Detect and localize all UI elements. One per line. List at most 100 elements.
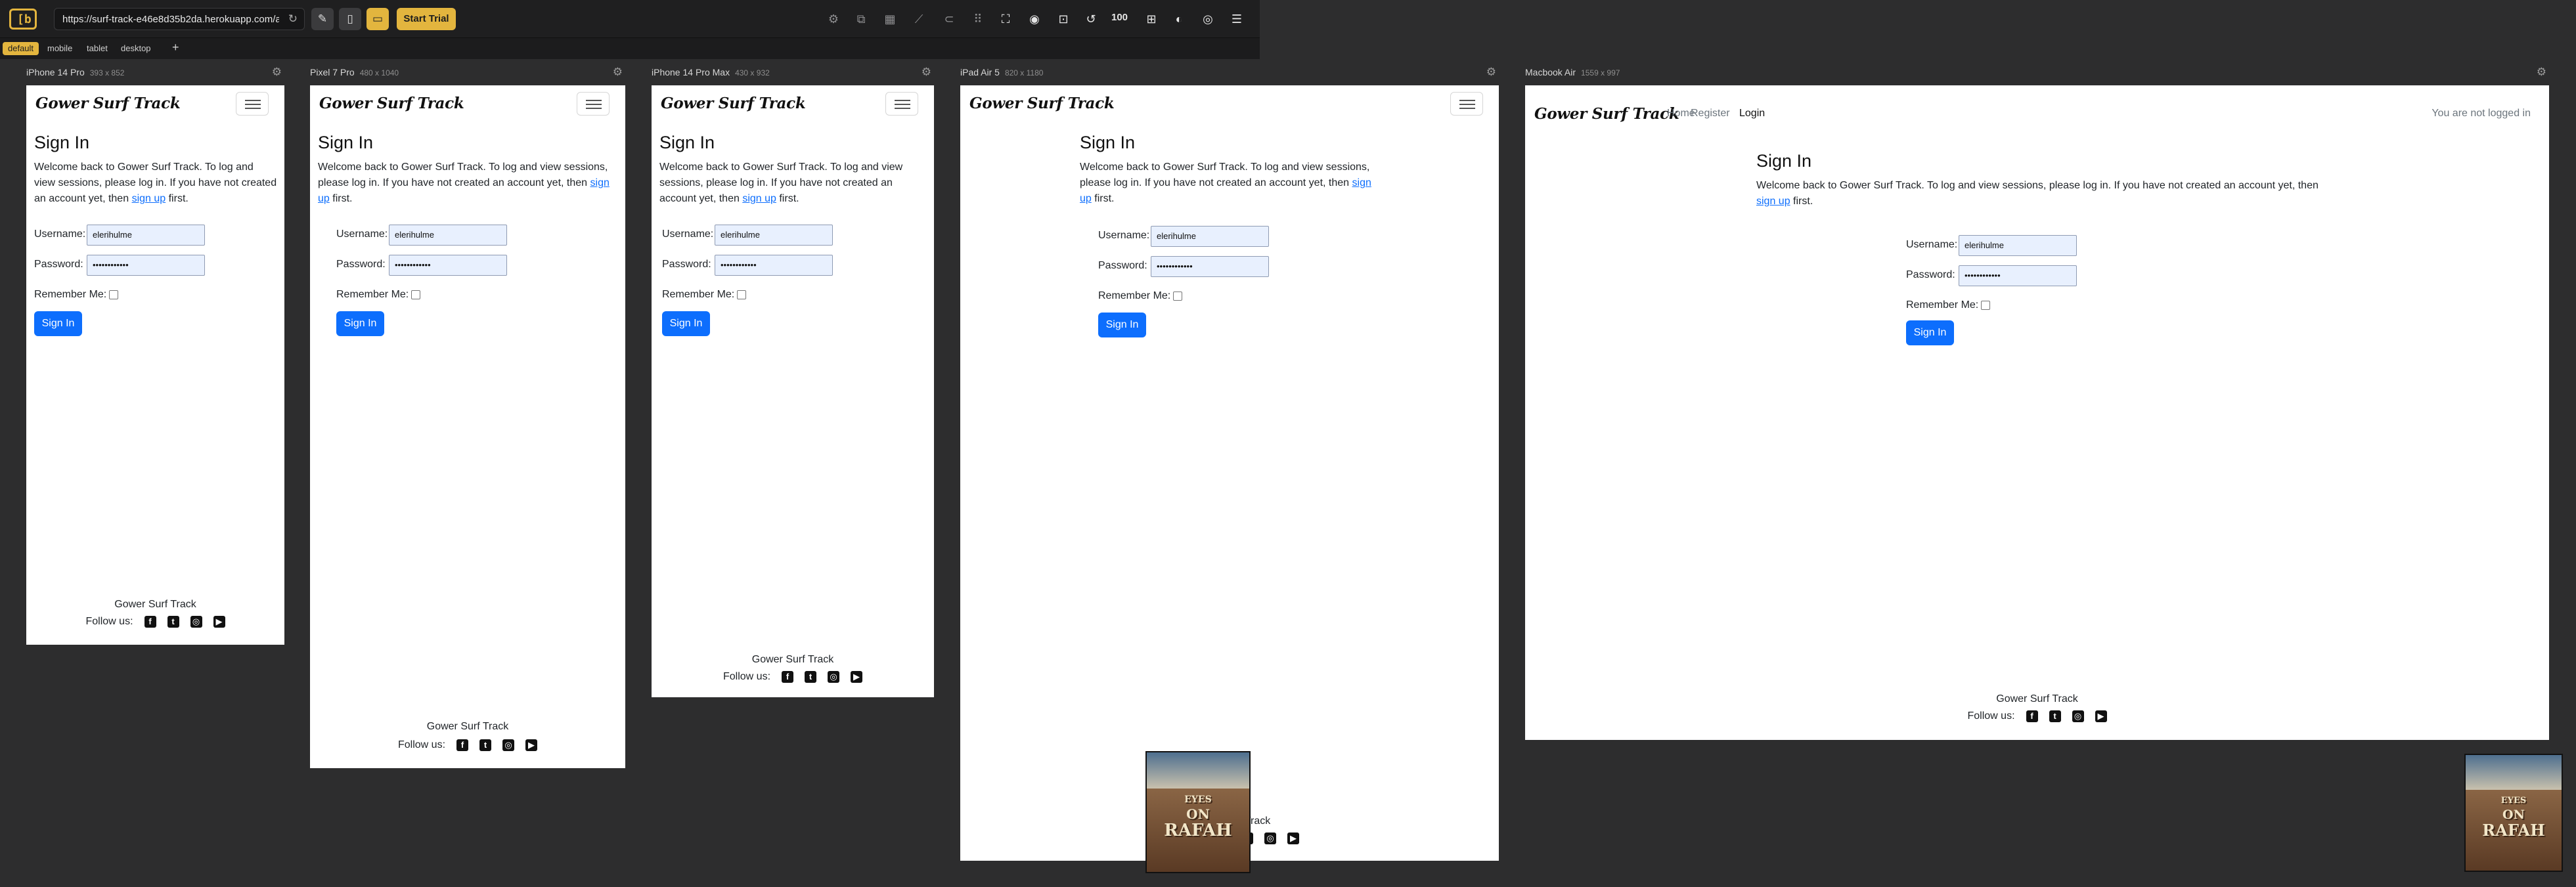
hamburger-menu-icon[interactable] xyxy=(236,92,269,116)
remember-checkbox[interactable] xyxy=(737,290,746,299)
login-form: Username: elerihulme Password: •••••••••••… xyxy=(34,223,277,314)
instagram-icon[interactable]: ◎ xyxy=(2072,710,2084,722)
device-size: 430 x 932 xyxy=(735,68,770,77)
facebook-icon[interactable]: f xyxy=(782,671,794,683)
hamburger-menu-icon[interactable] xyxy=(885,92,918,116)
username-label: Username: xyxy=(336,228,388,240)
twitter-icon[interactable]: t xyxy=(167,616,179,628)
username-input[interactable]: elerihulme xyxy=(1959,235,2077,256)
site-navbar: Gower Surf Track xyxy=(26,85,284,122)
youtube-icon[interactable]: ▶ xyxy=(1287,833,1300,844)
reload-icon[interactable]: ↻ xyxy=(288,12,298,26)
password-input[interactable]: •••••••••••• xyxy=(1151,256,1269,277)
device-settings-icon[interactable]: ⚙ xyxy=(272,66,282,79)
browser-toolbar: [b https://surf-track-e46e8d35b2da.herok… xyxy=(0,0,1260,38)
signin-button[interactable]: Sign In xyxy=(336,311,384,336)
lock-icon[interactable]: ⊡ xyxy=(1054,9,1073,29)
signin-button[interactable]: Sign In xyxy=(1098,313,1146,337)
username-input[interactable]: elerihulme xyxy=(715,225,833,246)
twitter-icon[interactable]: t xyxy=(479,739,492,751)
device-header: Pixel 7 Pro 480 x 1040 ⚙ xyxy=(310,66,625,81)
instagram-icon[interactable]: ◎ xyxy=(190,616,202,628)
device-settings-icon[interactable]: ⚙ xyxy=(922,66,931,79)
app-logo[interactable]: [b xyxy=(9,9,37,30)
url-text[interactable]: https://surf-track-e46e8d35b2da.herokuap… xyxy=(62,14,279,25)
signup-link[interactable]: sign up xyxy=(742,193,776,204)
screenshot-icon[interactable]: ⛶ xyxy=(996,9,1015,29)
hamburger-menu-icon[interactable] xyxy=(577,92,610,116)
device-header: iPhone 14 Pro 393 x 852 ⚙ xyxy=(26,66,284,81)
facebook-icon[interactable]: f xyxy=(2026,710,2038,722)
tab-desktop[interactable]: desktop xyxy=(116,42,156,55)
sync-icon[interactable]: ⧉ xyxy=(851,9,871,29)
zoom-level[interactable]: 100 xyxy=(1111,12,1128,23)
password-input[interactable]: •••••••••••• xyxy=(715,255,833,276)
site-brand[interactable]: Gower Surf Track xyxy=(319,95,464,112)
accessibility-icon[interactable]: ⚙ xyxy=(824,9,843,29)
url-bar[interactable]: https://surf-track-e46e8d35b2da.herokuap… xyxy=(54,8,305,30)
remember-checkbox[interactable] xyxy=(1981,301,1990,310)
link-icon[interactable]: ⊂ xyxy=(939,9,959,29)
instagram-icon[interactable]: ◎ xyxy=(1264,833,1277,844)
youtube-icon[interactable]: ▶ xyxy=(851,671,863,683)
twitter-icon[interactable]: t xyxy=(805,671,817,683)
device-mode-icon[interactable]: ▯ xyxy=(339,8,361,30)
inspect-icon[interactable]: ✎ xyxy=(311,8,334,30)
instagram-icon[interactable]: ◎ xyxy=(828,671,840,683)
login-form: Username: elerihulme Password: •••••••••••… xyxy=(336,223,599,314)
layout-icon[interactable]: ⠿ xyxy=(968,9,988,29)
signin-button[interactable]: Sign In xyxy=(662,311,710,336)
password-input[interactable]: •••••••••••• xyxy=(389,255,507,276)
remember-checkbox[interactable] xyxy=(109,290,118,299)
nav-register[interactable]: Register xyxy=(1691,108,1730,119)
device-settings-icon[interactable]: ⚙ xyxy=(613,66,623,79)
site-brand[interactable]: Gower Surf Track xyxy=(661,95,806,112)
poster-text-line3: RAFAH xyxy=(1164,821,1232,840)
remember-label: Remember Me: xyxy=(34,289,107,300)
device-macbookair: Macbook Air 1559 x 997 ⚙ Gower Surf Track… xyxy=(1525,66,2549,740)
camera-icon[interactable]: ◉ xyxy=(1025,9,1044,29)
twitter-icon[interactable]: t xyxy=(2049,710,2061,722)
site-brand[interactable]: Gower Surf Track xyxy=(969,95,1115,112)
tab-mobile[interactable]: mobile xyxy=(42,42,78,55)
help-icon[interactable]: ◎ xyxy=(1198,9,1218,29)
device-settings-icon[interactable]: ⚙ xyxy=(2537,66,2546,79)
rotate-icon[interactable]: ↺ xyxy=(1081,9,1101,29)
grid-icon[interactable]: ▦ xyxy=(880,9,900,29)
youtube-icon[interactable]: ▶ xyxy=(2095,710,2107,722)
device-settings-icon[interactable]: ⚙ xyxy=(1486,66,1496,79)
ruler-icon[interactable]: ⟋ xyxy=(909,9,929,29)
username-input[interactable]: elerihulme xyxy=(389,225,507,246)
remember-checkbox[interactable] xyxy=(411,290,420,299)
discord-icon[interactable]: ◐ xyxy=(1169,9,1189,29)
poster-image: EYES ON RAFAH xyxy=(2464,754,2563,872)
username-input[interactable]: elerihulme xyxy=(1151,226,1269,247)
signin-content: Sign In Welcome back to Gower Surf Track… xyxy=(659,133,926,207)
start-trial-button[interactable]: Start Trial xyxy=(397,8,456,30)
nav-login[interactable]: Login xyxy=(1739,108,1765,119)
multi-device-icon[interactable]: ▭ xyxy=(366,8,389,30)
menu-icon[interactable]: ☰ xyxy=(1227,9,1247,29)
hamburger-menu-icon[interactable] xyxy=(1450,92,1483,116)
facebook-icon[interactable]: f xyxy=(456,739,469,751)
site-brand[interactable]: Gower Surf Track xyxy=(35,95,181,112)
page-title: Sign In xyxy=(1756,151,1812,171)
remember-checkbox[interactable] xyxy=(1173,292,1182,301)
youtube-icon[interactable]: ▶ xyxy=(525,739,538,751)
site-brand[interactable]: Gower Surf Track xyxy=(1534,105,1679,123)
signup-link[interactable]: sign up xyxy=(1756,196,1790,207)
device-name: Pixel 7 Pro xyxy=(310,67,355,77)
username-input[interactable]: elerihulme xyxy=(87,225,205,246)
signup-link[interactable]: sign up xyxy=(132,193,166,204)
facebook-icon[interactable]: f xyxy=(144,616,156,628)
signin-button[interactable]: Sign In xyxy=(34,311,82,336)
signin-button[interactable]: Sign In xyxy=(1906,320,1954,345)
add-tab-button[interactable]: + xyxy=(172,41,179,54)
youtube-icon[interactable]: ▶ xyxy=(213,616,225,628)
tab-default[interactable]: default xyxy=(3,42,39,55)
tab-tablet[interactable]: tablet xyxy=(81,42,113,55)
password-input[interactable]: •••••••••••• xyxy=(87,255,205,276)
zoom-fit-icon[interactable]: ⊞ xyxy=(1142,9,1161,29)
instagram-icon[interactable]: ◎ xyxy=(502,739,515,751)
password-input[interactable]: •••••••••••• xyxy=(1959,265,2077,286)
